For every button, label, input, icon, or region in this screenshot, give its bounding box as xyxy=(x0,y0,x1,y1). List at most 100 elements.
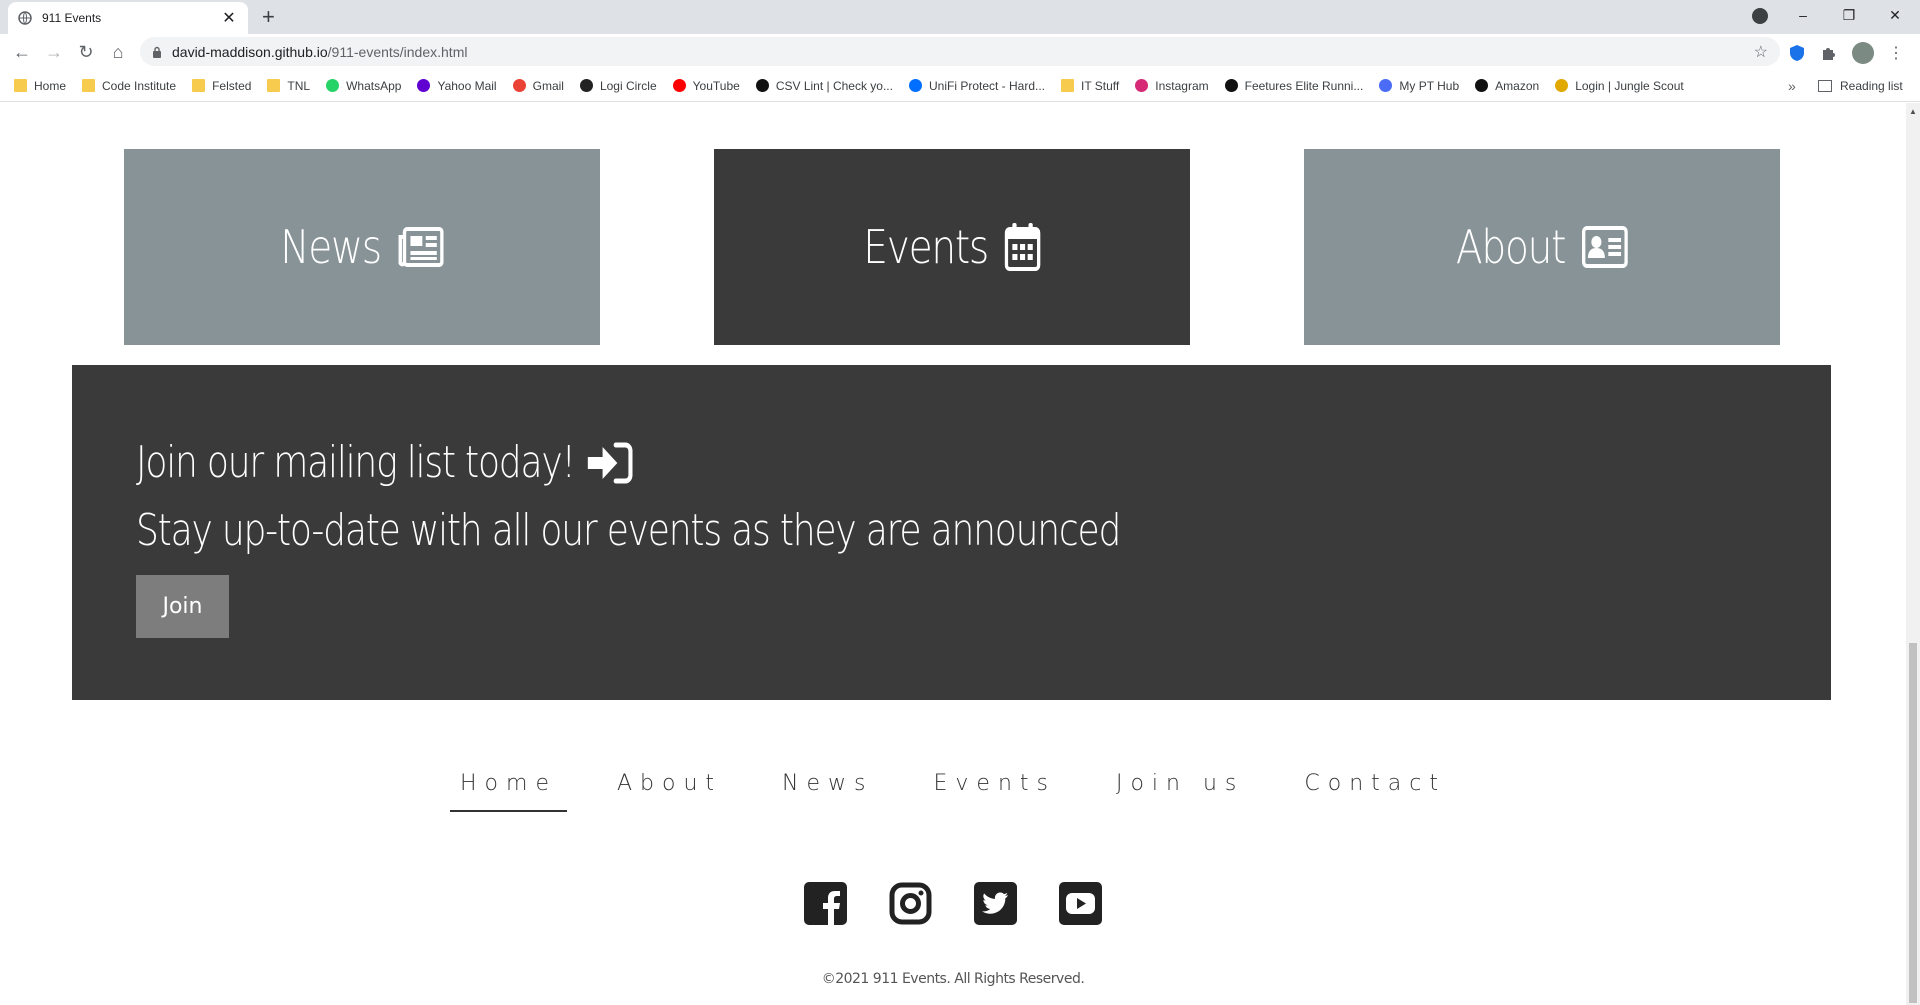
bookmark-item[interactable]: YouTube xyxy=(672,79,740,93)
reading-list-button[interactable]: Reading list xyxy=(1818,79,1903,93)
forward-icon[interactable]: → xyxy=(38,42,70,63)
footer-nav-events[interactable]: Events xyxy=(923,763,1066,812)
bookmark-label: Login | Jungle Scout xyxy=(1575,78,1684,93)
footer-nav-contact[interactable]: Contact xyxy=(1294,763,1456,812)
bookmark-item[interactable]: Feetures Elite Runni... xyxy=(1224,78,1364,93)
sign-in-icon xyxy=(586,441,634,485)
folder-icon xyxy=(14,79,27,92)
bookmark-star-icon[interactable]: ☆ xyxy=(1754,42,1768,62)
bookmark-item[interactable]: My PT Hub xyxy=(1379,79,1459,93)
profile-avatar[interactable] xyxy=(1852,42,1874,64)
id-card-icon xyxy=(1582,226,1629,268)
about-tile[interactable]: About xyxy=(1304,149,1780,345)
bookmark-item[interactable]: Instagram xyxy=(1135,79,1209,93)
footer-nav-home[interactable]: Home xyxy=(450,763,567,812)
bookmark-item[interactable]: CSV Lint | Check yo... xyxy=(755,79,893,93)
home-icon[interactable]: ⌂ xyxy=(102,42,134,63)
restore-icon[interactable]: ❐ xyxy=(1826,7,1872,24)
mailing-heading: Join our mailing list today! xyxy=(136,437,634,488)
url-host: david-maddison.github.io xyxy=(172,43,328,60)
bookmark-label: Home xyxy=(34,78,67,93)
unifi-icon xyxy=(908,79,922,92)
amazon-icon xyxy=(1475,79,1489,92)
mailing-subheading: Stay up-to-date with all our events as t… xyxy=(136,505,1121,556)
back-icon[interactable]: ← xyxy=(6,42,38,63)
bookmark-item[interactable]: Yahoo Mail xyxy=(417,78,497,93)
bookmark-item[interactable]: UniFi Protect - Hard... xyxy=(908,78,1046,93)
puzzle-extensions-icon[interactable] xyxy=(1820,44,1838,62)
youtube-icon xyxy=(672,79,686,92)
bookmark-label: Yahoo Mail xyxy=(437,78,497,93)
bookmark-item[interactable]: Home xyxy=(14,79,66,93)
calendar-icon xyxy=(1005,223,1041,271)
facebook-icon[interactable] xyxy=(804,882,847,925)
new-tab-icon[interactable]: + xyxy=(262,6,275,28)
bookmark-label: Amazon xyxy=(1495,78,1540,93)
bookmark-label: IT Stuff xyxy=(1081,78,1120,93)
logi-circle-icon xyxy=(579,79,593,92)
jungle-scout-icon xyxy=(1555,79,1569,92)
bookmark-item[interactable]: Logi Circle xyxy=(579,79,657,93)
footer-nav-about[interactable]: About xyxy=(607,763,732,812)
bookmark-label: Gmail xyxy=(532,78,564,93)
reading-list-label: Reading list xyxy=(1840,79,1903,93)
tab-search-icon[interactable] xyxy=(1752,8,1768,24)
page-scrollbar[interactable]: ▲ xyxy=(1906,103,1920,1005)
bookmark-label: Feetures Elite Runni... xyxy=(1244,78,1364,93)
address-bar[interactable]: david-maddison.github.io/911-events/inde… xyxy=(140,37,1780,66)
bookmark-item[interactable]: Felsted xyxy=(192,79,251,93)
mailing-heading-text: Join our mailing list today! xyxy=(136,437,576,488)
menu-icon[interactable]: ⋮ xyxy=(1888,43,1904,63)
newspaper-icon xyxy=(398,227,444,267)
footer-nav-news[interactable]: News xyxy=(772,763,883,812)
tab-title: 911 Events xyxy=(42,11,102,25)
reading-list-icon xyxy=(1818,80,1832,92)
bookmark-item[interactable]: IT Stuff xyxy=(1061,79,1119,93)
news-tile-label: News xyxy=(280,220,382,274)
bookmark-item[interactable]: Login | Jungle Scout xyxy=(1555,79,1684,93)
footer-nav-join-us[interactable]: Join us xyxy=(1106,763,1254,812)
bookmark-item[interactable]: Code Institute xyxy=(82,79,176,93)
bookmark-item[interactable]: TNL xyxy=(267,79,310,93)
bookmark-label: WhatsApp xyxy=(346,78,402,93)
youtube-icon[interactable] xyxy=(1059,882,1102,925)
globe-icon xyxy=(18,11,32,25)
close-window-icon[interactable]: ✕ xyxy=(1872,7,1918,24)
bookmark-label: UniFi Protect - Hard... xyxy=(928,78,1046,93)
browser-tab[interactable]: 911 Events ✕ xyxy=(8,2,248,34)
events-tile[interactable]: Events xyxy=(714,149,1190,345)
bookmark-label: Code Institute xyxy=(102,78,177,93)
csv-lint-icon xyxy=(755,79,769,92)
scrollbar-thumb[interactable] xyxy=(1909,643,1917,1003)
browser-toolbar: ← → ↻ ⌂ david-maddison.github.io/911-eve… xyxy=(0,34,1920,70)
bookmark-label: Felsted xyxy=(212,78,252,93)
bookmark-item[interactable]: Amazon xyxy=(1475,79,1539,93)
close-tab-icon[interactable]: ✕ xyxy=(220,8,238,28)
more-bookmarks-icon[interactable]: » xyxy=(1788,78,1796,94)
minimize-icon[interactable]: – xyxy=(1780,7,1826,23)
yahoo-mail-icon xyxy=(417,79,431,92)
url-path: /911-events/index.html xyxy=(327,43,468,60)
news-tile[interactable]: News xyxy=(124,149,600,345)
feetures-icon xyxy=(1224,79,1238,92)
mailing-list-banner: Join our mailing list today! Stay up-to-… xyxy=(72,365,1831,700)
shield-extension-icon[interactable] xyxy=(1788,44,1806,62)
footer-nav: Home About News Events Join us Contact xyxy=(0,763,1906,812)
scroll-up-icon[interactable]: ▲ xyxy=(1909,107,1917,116)
about-tile-label: About xyxy=(1455,220,1567,274)
folder-icon xyxy=(82,79,96,92)
page-viewport: News Events About Join our mailing list … xyxy=(0,103,1906,1005)
bookmark-item[interactable]: WhatsApp xyxy=(326,79,401,93)
tab-strip: 911 Events ✕ + – ❐ ✕ xyxy=(0,0,1920,34)
bookmark-item[interactable]: Gmail xyxy=(512,78,564,93)
social-links xyxy=(0,882,1906,925)
reload-icon[interactable]: ↻ xyxy=(70,42,102,63)
pt-hub-icon xyxy=(1379,79,1393,92)
gmail-icon xyxy=(512,79,526,92)
copyright-text: ©2021 911 Events. All Rights Reserved. xyxy=(821,971,1085,987)
lock-icon xyxy=(153,46,161,58)
twitter-icon[interactable] xyxy=(974,882,1017,925)
folder-icon xyxy=(1061,79,1075,92)
instagram-icon[interactable] xyxy=(889,882,932,925)
join-button[interactable]: Join xyxy=(136,575,229,638)
